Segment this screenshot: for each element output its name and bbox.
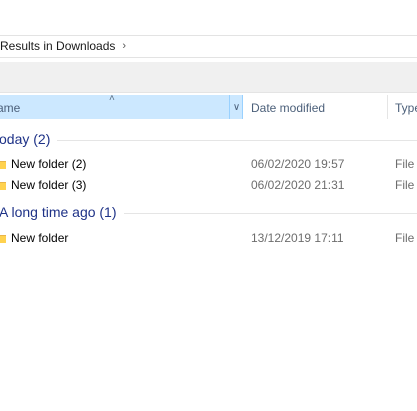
file-type: File f [395,178,417,192]
folder-icon [0,161,6,169]
column-header-type[interactable]: Type [389,95,417,119]
file-date: 13/12/2019 17:11 [251,231,344,245]
breadcrumb-location[interactable]: Results in Downloads [0,39,115,53]
chevron-right-icon[interactable]: › [122,40,126,52]
file-name: New folder (3) [11,178,87,192]
group-divider [57,139,417,141]
file-row[interactable]: New folder (2) 06/02/2020 19:57 File f [0,154,417,175]
column-header-row: ˄ ame ∨ Date modified Type [0,93,417,119]
breadcrumb: Results in Downloads › [0,36,417,56]
file-date: 06/02/2020 21:31 [251,178,345,192]
column-header-date-label: Date modified [251,101,326,115]
group-label: oday (2) [0,131,51,147]
group-header-today[interactable]: oday (2) [0,129,417,149]
group-divider [123,212,417,214]
column-header-name-label: ame [0,101,21,115]
chevron-down-icon[interactable]: ∨ [229,95,243,119]
group-label: A long time ago (1) [0,204,117,220]
file-name: New folder [11,231,69,245]
file-name: New folder (2) [11,157,87,171]
column-header-type-label: Type [395,101,417,115]
sort-ascending-icon: ˄ [109,93,115,104]
file-date: 06/02/2020 19:57 [251,157,345,171]
folder-icon [0,182,6,190]
toolbar-band [0,62,417,93]
file-row[interactable]: New folder 13/12/2019 17:11 File f [0,228,417,249]
folder-icon [0,235,6,243]
file-type: File f [395,231,417,245]
file-type: File f [395,157,417,171]
column-header-date-modified[interactable]: Date modified [244,95,388,119]
file-row[interactable]: New folder (3) 06/02/2020 21:31 File f [0,175,417,196]
breadcrumb-divider [0,57,417,58]
column-header-name[interactable]: ˄ ame ∨ [0,93,243,119]
group-header-long-time-ago[interactable]: A long time ago (1) [0,202,417,222]
